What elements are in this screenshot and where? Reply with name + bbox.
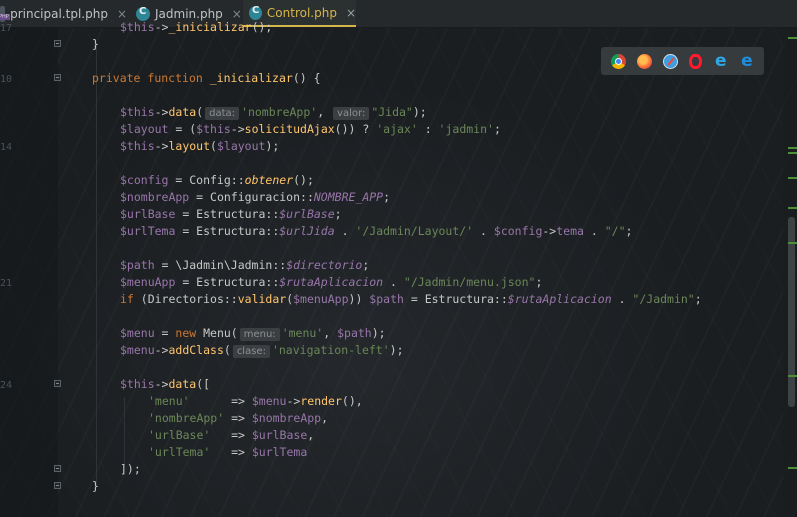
internet-explorer-icon[interactable]: e — [713, 52, 728, 69]
parameter-hint: valor: — [333, 107, 370, 120]
fold-marker-icon[interactable] — [54, 465, 61, 472]
fold-marker-icon[interactable] — [54, 40, 61, 47]
fold-marker-icon[interactable] — [54, 74, 61, 81]
code-line: $layout = ($this->solicitudAjax()) ? 'aj… — [120, 122, 501, 136]
tab-label: Control.php — [266, 5, 337, 20]
line-number: 10 — [0, 74, 13, 85]
code-line: 'menu' => $menu->render(), — [148, 394, 363, 408]
code-line: $urlBase = Estructura::$urlBase; — [120, 207, 342, 221]
opera-icon[interactable] — [689, 53, 703, 69]
firefox-icon[interactable] — [636, 53, 652, 69]
code-line: if (Directorios::validar($menuApp)) $pat… — [120, 292, 702, 306]
line-number: 21 — [0, 278, 13, 289]
code-line: $this->data([ — [120, 377, 211, 391]
code-line: $menu = new Menu(menu:'menu', $path); — [120, 326, 386, 341]
code-line: $nombreApp = Configuracion::NOMBRE_APP; — [120, 190, 391, 204]
code-line: $path = \Jadmin\Jadmin::$directorio; — [120, 258, 370, 272]
code-line: 'nombreApp' => $nombreApp, — [148, 411, 329, 425]
fold-marker-icon[interactable] — [54, 380, 61, 387]
code-line: $menu->addClass(clase:'navigation-left')… — [120, 343, 404, 358]
code-line: 'urlTema' => $urlTema — [148, 445, 308, 459]
parameter-hint: menu: — [239, 328, 280, 341]
line-number-gutter[interactable]: 17 10 14 21 24 — [0, 23, 61, 517]
php-template-file-icon — [0, 5, 10, 22]
line-number: 24 — [0, 380, 13, 391]
code-line: private function _inicializar() { — [92, 71, 321, 85]
parameter-hint: clase: — [232, 345, 270, 358]
close-tab-icon[interactable]: × — [346, 6, 356, 20]
open-in-browser-toolbar: e e — [601, 47, 764, 75]
code-line: $config = Config::obtener(); — [120, 173, 314, 187]
chrome-icon[interactable] — [610, 53, 626, 69]
code-line: $menuApp = Estructura::$rutaAplicacion .… — [120, 275, 543, 289]
code-line: $this->_inicializar(); — [120, 20, 273, 34]
code-line: $this->data(data:'nombreApp', valor: "Jid… — [120, 105, 427, 120]
code-line: } — [92, 479, 99, 493]
tab-label: principal.tpl.php — [10, 6, 108, 21]
fold-marker-icon[interactable] — [54, 482, 61, 489]
php-class-file-icon — [249, 5, 262, 20]
line-number: 17 — [0, 23, 13, 34]
code-line: } — [92, 37, 99, 51]
code-line: $this->layout($layout); — [120, 139, 280, 153]
safari-icon[interactable] — [662, 53, 678, 69]
scrollbar-thumb[interactable] — [788, 217, 795, 407]
code-line: ]); — [120, 462, 141, 476]
code-line: 'urlBase' => $urlBase, — [148, 428, 315, 442]
editor-scrollbar[interactable] — [783, 27, 797, 517]
code-editor[interactable]: $this->_inicializar(); } private functio… — [92, 20, 777, 517]
edge-icon[interactable]: e — [739, 52, 754, 69]
parameter-hint: data: — [205, 107, 240, 120]
code-line: $urlTema = Estructura::$urlJida . '/Jadm… — [120, 224, 633, 238]
line-number: 14 — [0, 142, 13, 153]
tab-principal-tpl[interactable]: principal.tpl.php × — [0, 0, 127, 27]
